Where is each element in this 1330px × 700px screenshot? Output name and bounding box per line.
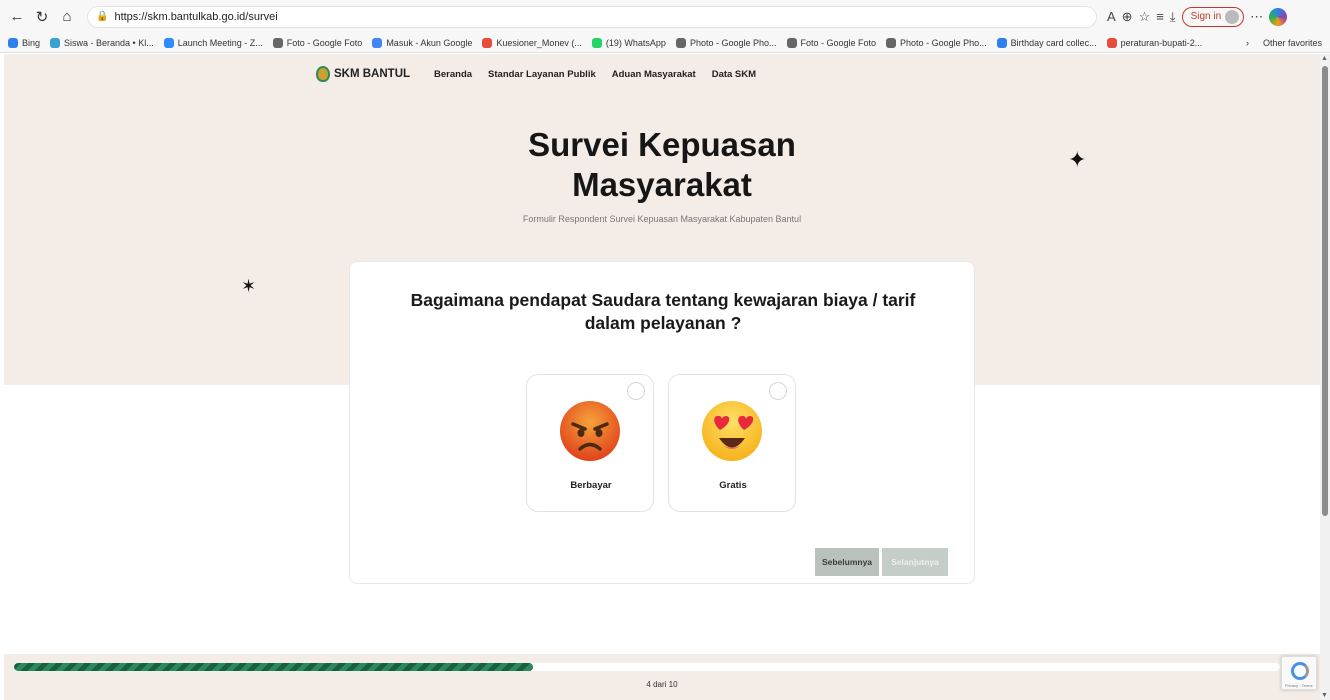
- recaptcha-icon: [1291, 662, 1309, 680]
- recaptcha-badge[interactable]: Privacy - Terms: [1281, 656, 1317, 690]
- radio-button[interactable]: [627, 382, 645, 400]
- bookmark-item[interactable]: Birthday card collec...: [996, 37, 1097, 48]
- collections-icon[interactable]: ≡: [1156, 9, 1164, 24]
- top-nav: SKM BANTUL Beranda Standar Layanan Publi…: [316, 66, 772, 82]
- page: SKM BANTUL Beranda Standar Layanan Publi…: [4, 54, 1320, 700]
- sparkle-icon: ✦: [1068, 147, 1087, 172]
- bookmark-item[interactable]: peraturan-bupati-2...: [1106, 37, 1202, 48]
- zoom-icon[interactable]: ⊕: [1122, 9, 1133, 25]
- next-button[interactable]: Selanjutnya: [882, 548, 948, 576]
- home-icon[interactable]: ⌂: [56, 6, 78, 28]
- other-favorites[interactable]: Other favorites: [1263, 38, 1322, 48]
- nav-link-standar-layanan[interactable]: Standar Layanan Publik: [488, 69, 596, 80]
- bookmark-item[interactable]: Bing: [8, 37, 40, 48]
- read-aloud-icon[interactable]: A: [1107, 9, 1116, 24]
- question-card: Bagaimana pendapat Saudara tentang kewaj…: [349, 261, 975, 584]
- bookmark-item[interactable]: Masuk - Akun Google: [372, 37, 472, 48]
- logo-emblem-icon: [316, 66, 330, 82]
- scroll-thumb[interactable]: [1322, 66, 1328, 516]
- recaptcha-privacy-text: Privacy - Terms: [1285, 683, 1313, 688]
- refresh-icon[interactable]: ↻: [31, 6, 53, 28]
- sign-in-button[interactable]: Sign in: [1181, 6, 1245, 27]
- progress-bar: [14, 663, 1280, 671]
- option-berbayar[interactable]: Berbayar: [526, 374, 654, 512]
- more-icon[interactable]: ⋯: [1250, 9, 1263, 25]
- download-icon[interactable]: ⤓: [1170, 9, 1176, 25]
- favorite-star-icon[interactable]: ☆: [1139, 9, 1151, 25]
- previous-button[interactable]: Sebelumnya: [815, 548, 879, 576]
- option-label: Gratis: [719, 480, 747, 491]
- nav-link-beranda[interactable]: Beranda: [434, 69, 472, 80]
- bookmarks-bar: Bing Siswa - Beranda • Kl... Launch Meet…: [0, 33, 1330, 53]
- scrollbar[interactable]: ▲ ▼: [1320, 54, 1330, 700]
- copilot-icon[interactable]: [1269, 7, 1288, 26]
- heart-eyes-face-icon: [702, 401, 762, 461]
- back-icon[interactable]: ←: [6, 6, 28, 28]
- nav-link-aduan[interactable]: Aduan Masyarakat: [612, 69, 696, 80]
- sign-in-label: Sign in: [1190, 11, 1222, 22]
- bookmark-item[interactable]: Kuesioner_Monev (...: [482, 37, 582, 48]
- nav-link-data-skm[interactable]: Data SKM: [712, 69, 756, 80]
- title-line-1: Survei Kepuasan: [528, 126, 796, 163]
- url-text: https://skm.bantulkab.go.id/survei: [114, 10, 278, 23]
- site-logo[interactable]: SKM BANTUL: [316, 66, 410, 82]
- bookmark-item[interactable]: Photo - Google Pho...: [886, 37, 987, 48]
- angry-face-icon: [560, 401, 620, 461]
- bookmark-item[interactable]: Foto - Google Foto: [786, 37, 876, 48]
- lock-icon: 🔒: [96, 11, 109, 22]
- option-gratis[interactable]: Gratis: [668, 374, 796, 512]
- address-bar[interactable]: 🔒 https://skm.bantulkab.go.id/survei: [87, 5, 1097, 28]
- avatar: [1225, 9, 1240, 24]
- chevron-right-icon[interactable]: ›: [1246, 38, 1249, 48]
- progress-fill: [14, 663, 534, 671]
- page-subtitle: Formulir Respondent Survei Kepuasan Masy…: [522, 214, 802, 224]
- scroll-down-icon[interactable]: ▼: [1321, 692, 1328, 699]
- title-line-2: Masyarakat: [572, 166, 752, 203]
- sparkle-icon: ✶: [241, 276, 257, 296]
- bookmark-item[interactable]: (19) WhatsApp: [591, 37, 666, 48]
- option-label: Berbayar: [570, 480, 612, 491]
- bookmark-item[interactable]: Photo - Google Pho...: [675, 37, 777, 48]
- radio-button[interactable]: [769, 382, 787, 400]
- bookmark-item[interactable]: Siswa - Beranda • Kl...: [50, 37, 154, 48]
- bookmark-item[interactable]: Foto - Google Foto: [272, 37, 362, 48]
- question-text: Bagaimana pendapat Saudara tentang kewaj…: [410, 290, 916, 333]
- logo-text: SKM BANTUL: [334, 68, 411, 80]
- progress-footer: 4 dari 10 Privacy - Terms: [4, 654, 1320, 700]
- browser-toolbar: ← ↻ ⌂ 🔒 https://skm.bantulkab.go.id/surv…: [0, 0, 1330, 33]
- page-title: Survei Kepuasan Masyarakat: [412, 125, 912, 205]
- scroll-up-icon[interactable]: ▲: [1321, 55, 1328, 62]
- bookmark-item[interactable]: Launch Meeting - Z...: [163, 37, 263, 48]
- progress-text: 4 dari 10: [646, 680, 678, 689]
